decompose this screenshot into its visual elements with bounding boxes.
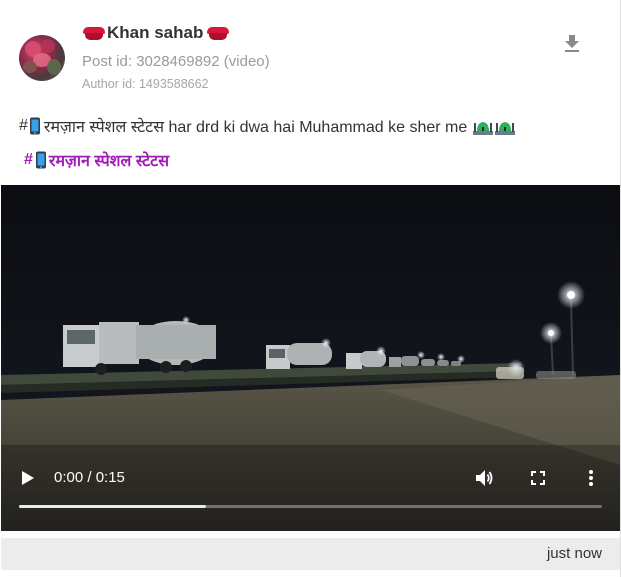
- video-time: 0:00 / 0:15: [54, 469, 125, 486]
- post-card: Khan sahab Post id: 3028469892 (video) A…: [0, 0, 621, 577]
- video-progress-bar[interactable]: [19, 505, 602, 508]
- author-name[interactable]: Khan sahab: [107, 23, 203, 43]
- hashtag-link[interactable]: # रमज़ान स्पेशल स्टेटस: [24, 149, 169, 171]
- mosque-icon: [495, 122, 516, 135]
- post-footer: just now: [1, 538, 620, 570]
- volume-icon[interactable]: [474, 469, 494, 487]
- mobile-phone-icon: [35, 151, 46, 169]
- download-icon: [565, 35, 579, 52]
- lips-icon: [207, 26, 230, 40]
- fullscreen-icon[interactable]: [531, 471, 545, 485]
- mosque-icon: [473, 122, 494, 135]
- lips-icon: [83, 26, 105, 40]
- download-button[interactable]: [560, 32, 584, 56]
- play-icon[interactable]: [21, 470, 35, 486]
- hashtag-hash: #: [24, 151, 33, 168]
- post-timestamp: just now: [546, 545, 602, 562]
- post-id: Post id: 3028469892 (video): [82, 53, 270, 70]
- caption-hash: #: [19, 117, 28, 134]
- video-progress-fill: [19, 505, 206, 508]
- avatar[interactable]: [19, 35, 65, 81]
- post-header: Khan sahab Post id: 3028469892 (video) A…: [0, 0, 620, 100]
- hashtag-text: रमज़ान स्पेशल स्टेटस: [48, 153, 170, 170]
- more-vertical-icon[interactable]: [588, 469, 594, 487]
- author-id: Author id: 1493588662: [82, 77, 209, 91]
- caption-text: रमज़ान स्पेशल स्टेटस har drd ki dwa hai …: [43, 119, 468, 136]
- post-caption: # रमज़ान स्पेशल स्टेटस har drd ki dwa ha…: [19, 115, 516, 137]
- author-name-row[interactable]: Khan sahab: [83, 20, 230, 46]
- mobile-phone-icon: [29, 117, 40, 135]
- video-player[interactable]: 0:00 / 0:15: [1, 185, 620, 531]
